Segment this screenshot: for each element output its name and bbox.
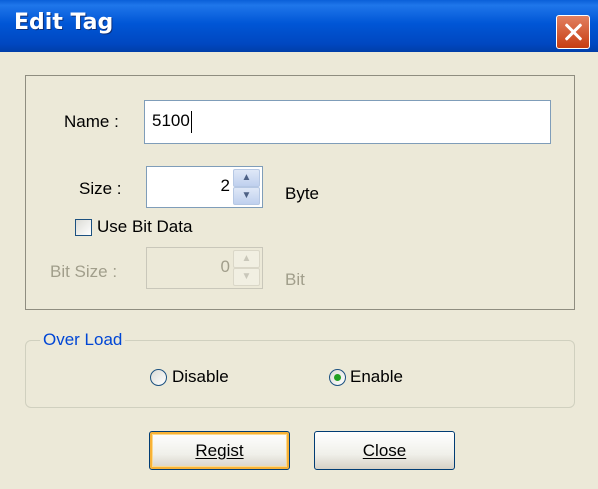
bit-size-spin-buttons: ▲ ▼ — [233, 250, 260, 286]
size-down-icon[interactable]: ▼ — [233, 187, 260, 205]
bit-unit-label: Bit — [285, 270, 305, 289]
name-value: 5100 — [152, 111, 190, 130]
bit-size-label: Bit Size : — [50, 262, 118, 281]
overload-group-title: Over Load — [40, 330, 126, 350]
enable-radio[interactable] — [329, 369, 346, 386]
size-stepper[interactable]: 2 ▲ ▼ — [146, 166, 263, 208]
disable-radio[interactable] — [150, 369, 167, 386]
text-caret — [190, 110, 192, 133]
bit-size-down-icon: ▼ — [233, 268, 260, 286]
bit-size-up-icon: ▲ — [233, 250, 260, 268]
size-spin-buttons: ▲ ▼ — [233, 169, 260, 205]
close-icon[interactable] — [556, 15, 590, 49]
name-label: Name : — [64, 112, 119, 131]
size-label: Size : — [79, 179, 122, 198]
close-button[interactable]: Close — [314, 431, 455, 470]
disable-label[interactable]: Disable — [172, 367, 229, 387]
overload-group — [25, 340, 575, 408]
regist-button[interactable]: Regist — [149, 431, 290, 470]
size-unit-label: Byte — [285, 184, 320, 203]
bit-size-value: 0 — [220, 257, 230, 276]
name-field[interactable]: 5100 — [144, 100, 551, 144]
enable-label[interactable]: Enable — [350, 367, 403, 387]
window-title: Edit Tag — [14, 10, 114, 35]
title-bar[interactable]: Edit Tag — [0, 0, 598, 52]
bit-size-stepper: 0 ▲ ▼ — [146, 247, 263, 289]
use-bit-data-label[interactable]: Use Bit Data — [97, 217, 192, 237]
use-bit-data-checkbox[interactable] — [75, 219, 92, 236]
size-value: 2 — [220, 176, 230, 195]
size-up-icon[interactable]: ▲ — [233, 169, 260, 187]
